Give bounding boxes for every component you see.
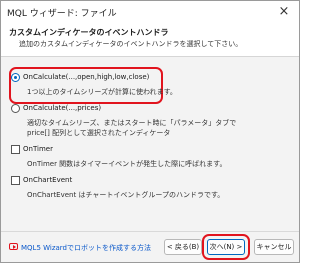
video-play-icon (9, 243, 18, 250)
help-link-text[interactable]: MQL5 Wizardでロボットを作成する方法 (21, 243, 151, 253)
option-label-oncalculate-ohlc[interactable]: OnCalculate(...,open,high,low,close) (23, 73, 149, 81)
option-desc-ontimer: OnTimer 関数はタイマーイベントが発生した際に呼ばれます。 (27, 160, 227, 168)
checkbox-ontimer[interactable] (11, 145, 20, 154)
option-desc-oncalculate-prices-line1: 適切なタイムシリーズ、またはスタート時に「パラメータ」タブで (27, 119, 237, 127)
option-desc-onchartevent: OnChartEvent はチャートイベントグループのハンドラです。 (27, 191, 225, 199)
radio-oncalculate-prices[interactable] (11, 104, 20, 113)
option-label-oncalculate-prices[interactable]: OnCalculate(...,prices) (23, 104, 101, 112)
close-icon[interactable]: × (269, 1, 299, 23)
option-label-onchartevent[interactable]: OnChartEvent (23, 176, 72, 184)
back-button[interactable]: < 戻る(B) (164, 239, 202, 255)
page-title: カスタムインディケータのイベントハンドラ (9, 28, 169, 37)
option-desc-oncalculate-ohlc: 1つ以上のタイムシリーズが計算に使われます。 (27, 88, 177, 96)
window-title: MQL ウィザード: ファイル (7, 9, 117, 19)
radio-oncalculate-ohlc[interactable] (11, 73, 20, 82)
page-subtitle: 追加のカスタムインディケータのイベントハンドラを選択して下さい。 (19, 40, 243, 48)
option-label-ontimer[interactable]: OnTimer (23, 145, 53, 153)
cancel-button[interactable]: キャンセル (254, 239, 294, 255)
footer-divider (1, 231, 299, 232)
title-bar: MQL ウィザード: ファイル × (1, 1, 299, 23)
highlight-next-button (202, 234, 250, 260)
wizard-header: カスタムインディケータのイベントハンドラ 追加のカスタムインディケータのイベント… (1, 23, 299, 57)
wizard-window: MQL ウィザード: ファイル × カスタムインディケータのイベントハンドラ 追… (0, 0, 300, 263)
checkbox-onchartevent[interactable] (11, 176, 20, 185)
option-desc-oncalculate-prices-line2: price[] 配列として選択されたインディケータ (27, 129, 171, 137)
